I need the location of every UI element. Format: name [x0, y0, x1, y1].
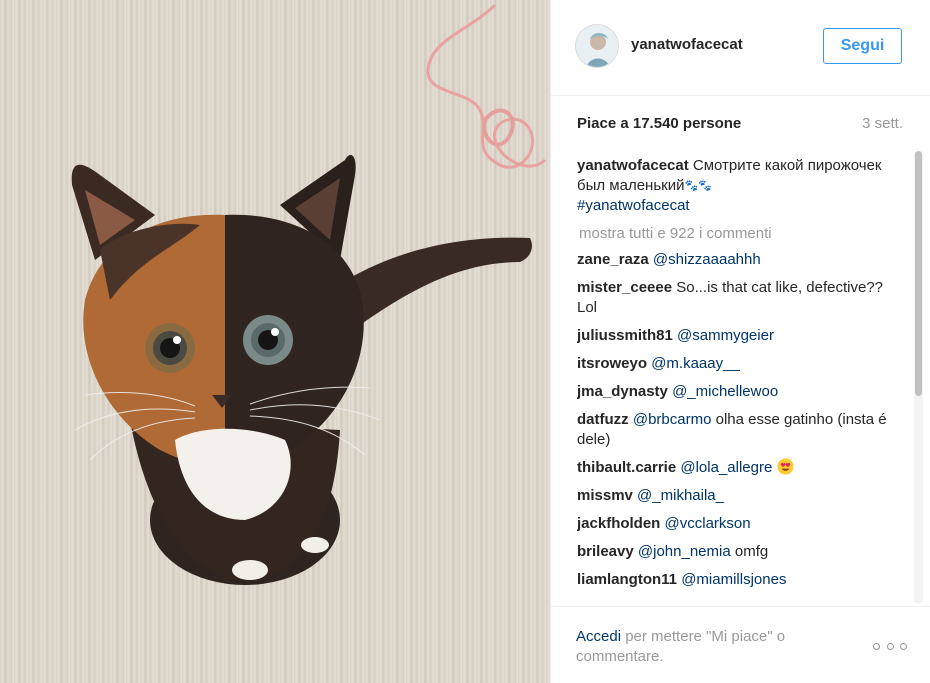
comment-username[interactable]: jma_dynasty [577, 383, 668, 400]
post-username[interactable]: yanatwofacecat [631, 36, 743, 53]
show-all-comments-link[interactable]: mostra tutti e 922 i commenti [579, 224, 907, 244]
comment-item: brileavy @john_nemia omfg [577, 542, 907, 562]
heart-eyes-emoji-icon [776, 458, 794, 475]
comment-username[interactable]: brileavy [577, 543, 634, 560]
post-footer: Accedi per mettere "Mi piace" o commenta… [551, 606, 930, 683]
follow-button[interactable]: Segui [823, 28, 902, 64]
post-header: yanatwofacecat Segui [551, 0, 930, 96]
comment-mention[interactable]: @_michellewoo [672, 383, 778, 400]
comment-username[interactable]: itsroweyo [577, 355, 647, 372]
avatar[interactable] [575, 24, 619, 68]
more-options-icon[interactable] [873, 641, 907, 651]
login-link[interactable]: Accedi [576, 628, 621, 645]
post-side-panel: yanatwofacecat Segui Piace a 17.540 pers… [550, 0, 930, 683]
comment-item: jackfholden @vcclarkson [577, 514, 907, 534]
comment-username[interactable]: zane_raza [577, 251, 649, 268]
comment-username[interactable]: liamlangton11 [577, 571, 677, 588]
comment-mention[interactable]: @vcclarkson [665, 515, 751, 532]
caption-hashtag[interactable]: #yanatwofacecat [577, 197, 690, 214]
comment-mention[interactable]: @brbcarmo [633, 411, 712, 428]
avatar-image [576, 25, 618, 67]
paw-prints-icon: 🐾 [684, 180, 699, 192]
comment-mention[interactable]: @john_nemia [638, 543, 731, 560]
comment-mention[interactable]: @lola_allegre [680, 459, 772, 476]
comment-item: juliussmith81 @sammygeier [577, 326, 907, 346]
login-prompt: Accedi per mettere "Mi piace" o commenta… [576, 627, 836, 667]
comment-item: liamlangton11 @miamillsjones [577, 570, 907, 590]
paw-prints-icon: 🐾 [698, 180, 712, 192]
comment-username[interactable]: thibault.carrie [577, 459, 676, 476]
comment-username[interactable]: missmv [577, 487, 633, 504]
post-timestamp[interactable]: 3 sett. [862, 115, 903, 132]
comment-mention[interactable]: @_mikhaila_ [637, 487, 724, 504]
caption-username[interactable]: yanatwofacecat [577, 157, 689, 174]
post-caption: yanatwofacecat Смотрите какой пирожочек … [577, 156, 907, 216]
comment-mention[interactable]: @shizzaaaahhh [653, 251, 761, 268]
comment-username[interactable]: juliussmith81 [577, 327, 673, 344]
comment-item: zane_raza @shizzaaaahhh [577, 250, 907, 270]
comment-mention[interactable]: @m.kaaay__ [651, 355, 740, 372]
post-photo [0, 0, 550, 683]
comment-item: itsroweyo @m.kaaay__ [577, 354, 907, 374]
comments-list: yanatwofacecat Смотрите какой пирожочек … [577, 156, 907, 604]
comment-username[interactable]: jackfholden [577, 515, 660, 532]
comment-item: mister_ceeee So...is that cat like, defe… [577, 278, 907, 318]
comment-text: omfg [734, 543, 769, 560]
comment-username[interactable]: datfuzz [577, 411, 629, 428]
comment-item: missmv @_mikhaila_ [577, 486, 907, 506]
kitten-illustration [71, 3, 547, 585]
comments-scrollbar[interactable] [914, 151, 923, 604]
comment-mention[interactable]: @miamillsjones [681, 571, 786, 588]
comment-mention[interactable]: @sammygeier [677, 327, 774, 344]
comment-item: datfuzz @brbcarmo olha esse gatinho (ins… [577, 410, 907, 450]
comment-item: jma_dynasty @_michellewoo [577, 382, 907, 402]
scrollbar-thumb[interactable] [915, 151, 922, 396]
likes-count[interactable]: Piace a 17.540 persone [577, 115, 741, 132]
post-stats: Piace a 17.540 persone 3 sett. [577, 115, 903, 135]
comment-username[interactable]: mister_ceeee [577, 279, 672, 296]
comment-item: thibault.carrie @lola_allegre [577, 458, 907, 478]
